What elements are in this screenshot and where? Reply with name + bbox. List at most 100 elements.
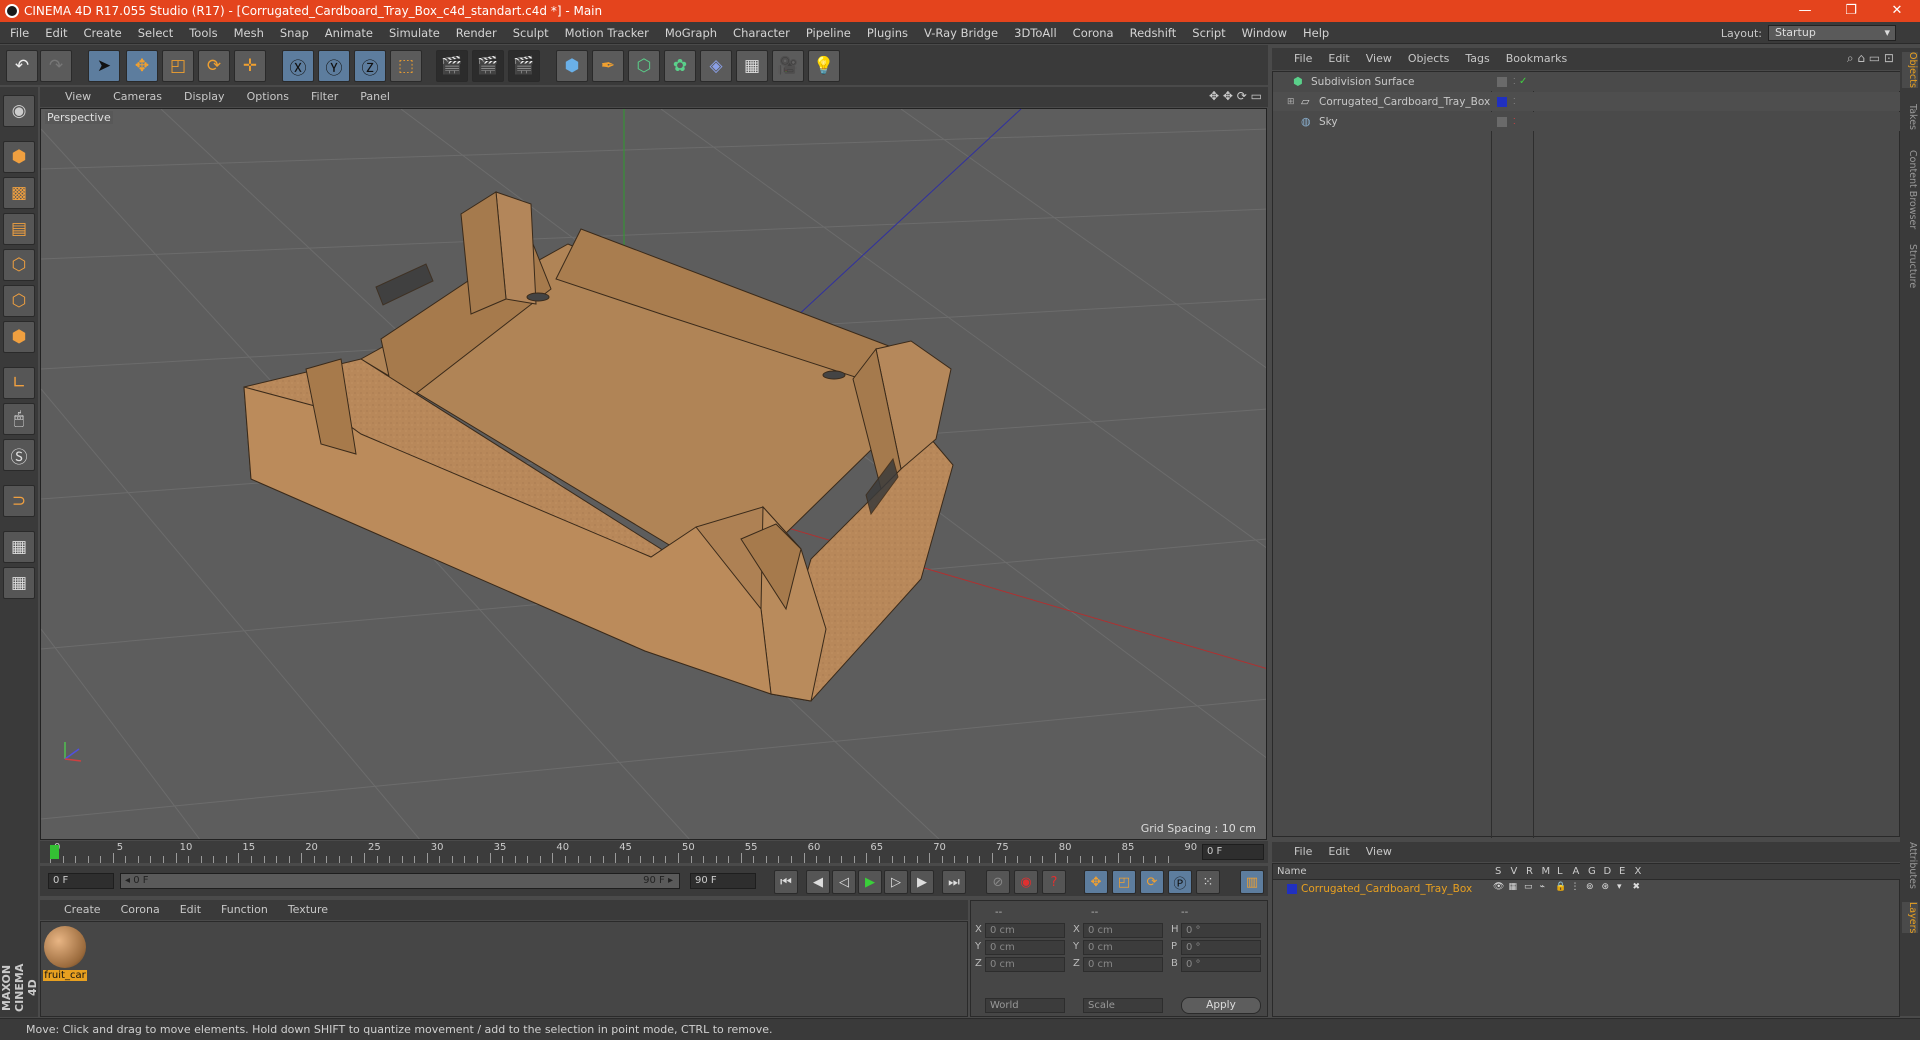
select-arrow-icon[interactable]: ➤ bbox=[88, 50, 120, 82]
visibility-dots-icon[interactable]: ⁚ bbox=[1513, 77, 1516, 86]
layer-tag-icon[interactable] bbox=[1497, 116, 1507, 127]
make-editable-icon[interactable]: ◉ bbox=[3, 95, 35, 127]
playhead-marker[interactable] bbox=[50, 845, 59, 859]
perspective-viewport[interactable]: Perspective Grid Spacing : 10 cm bbox=[40, 108, 1267, 840]
layer-flag-icon[interactable]: 👁 bbox=[1493, 882, 1504, 892]
layer-flag-icon[interactable]: ⊛ bbox=[1602, 882, 1610, 892]
planar-workplane-icon[interactable]: ▦ bbox=[3, 567, 35, 599]
pen-spline-icon[interactable]: ✒ bbox=[592, 50, 624, 82]
menu-item-pipeline[interactable]: Pipeline bbox=[798, 22, 859, 44]
go-to-start-icon[interactable]: ⏮ bbox=[774, 870, 798, 894]
magnet-icon[interactable]: ⊃ bbox=[3, 485, 35, 517]
menu-item-snap[interactable]: Snap bbox=[272, 22, 317, 44]
viewport-navigation-icons[interactable]: ✥ ✥ ⟳ ▭ bbox=[1209, 89, 1262, 103]
menu-item-create[interactable]: Create bbox=[76, 22, 130, 44]
model-mode-icon[interactable]: ⬢ bbox=[3, 141, 35, 173]
deformer-icon[interactable]: ◈ bbox=[700, 50, 732, 82]
restore-icon[interactable]: ❐ bbox=[1828, 0, 1874, 22]
layer-menu-edit[interactable]: Edit bbox=[1320, 842, 1357, 862]
layer-flag-icon[interactable]: ✖ bbox=[1633, 882, 1641, 892]
material-menu-function[interactable]: Function bbox=[211, 900, 278, 920]
viewport-menu-panel[interactable]: Panel bbox=[349, 87, 401, 107]
texture-mode-icon[interactable]: ▩ bbox=[3, 177, 35, 209]
object-name[interactable]: Subdivision Surface bbox=[1311, 76, 1481, 88]
side-tab-structure[interactable]: Structure bbox=[1902, 244, 1918, 288]
object-row[interactable]: ⬢ Subdivision Surface ⁚ ✓ bbox=[1273, 72, 1901, 91]
menu-item-animate[interactable]: Animate bbox=[317, 22, 381, 44]
next-key-icon[interactable]: ▶ bbox=[910, 870, 934, 894]
object-menu-objects[interactable]: Objects bbox=[1400, 48, 1458, 70]
side-tab-takes[interactable]: Takes bbox=[1902, 104, 1918, 130]
position-y-field[interactable]: 0 cm bbox=[985, 940, 1065, 955]
material-menu-texture[interactable]: Texture bbox=[278, 900, 338, 920]
menu-item-v-ray-bridge[interactable]: V-Ray Bridge bbox=[916, 22, 1006, 44]
layer-flag-icon[interactable]: 🔒 bbox=[1555, 882, 1566, 892]
end-frame-field[interactable]: 90 F bbox=[690, 873, 756, 889]
record-scale-icon[interactable]: ◰ bbox=[1112, 870, 1136, 894]
snap-icon[interactable]: Ⓢ bbox=[3, 439, 35, 471]
rotation-b-field[interactable]: 0 ° bbox=[1181, 957, 1261, 972]
visibility-dots-icon[interactable]: ⁚ bbox=[1513, 97, 1516, 106]
menu-item-3dtoall[interactable]: 3DToAll bbox=[1006, 22, 1065, 44]
scale-mode-dropdown[interactable]: Scale bbox=[1083, 998, 1163, 1013]
size-y-field[interactable]: 0 cm bbox=[1083, 940, 1163, 955]
array-icon[interactable]: ✿ bbox=[664, 50, 696, 82]
side-tab-objects[interactable]: Objects bbox=[1902, 52, 1918, 88]
object-menu-view[interactable]: View bbox=[1358, 48, 1400, 70]
object-name[interactable]: Corrugated_Cardboard_Tray_Box bbox=[1319, 96, 1490, 108]
range-slider[interactable]: ◂ 0 F 90 F ▸ bbox=[120, 873, 680, 889]
position-x-field[interactable]: 0 cm bbox=[985, 923, 1065, 938]
redo-icon[interactable]: ↷ bbox=[40, 50, 72, 82]
apply-button[interactable]: Apply bbox=[1181, 997, 1261, 1014]
menu-item-character[interactable]: Character bbox=[725, 22, 798, 44]
object-menu-bookmarks[interactable]: Bookmarks bbox=[1498, 48, 1575, 70]
rotation-h-field[interactable]: 0 ° bbox=[1181, 923, 1261, 938]
menu-item-plugins[interactable]: Plugins bbox=[859, 22, 916, 44]
start-frame-field[interactable]: 0 F bbox=[48, 873, 114, 889]
layer-row[interactable]: Corrugated_Cardboard_Tray_Box bbox=[1287, 881, 1472, 897]
camera-icon[interactable]: 🎥 bbox=[772, 50, 804, 82]
size-x-field[interactable]: 0 cm bbox=[1083, 923, 1163, 938]
side-tab-layers[interactable]: Layers bbox=[1902, 902, 1918, 934]
position-z-field[interactable]: 0 cm bbox=[985, 957, 1065, 972]
lock-workplane-icon[interactable]: ▦ bbox=[3, 531, 35, 563]
points-mode-icon[interactable]: ⬡ bbox=[3, 249, 35, 281]
coordinate-mode-dropdown[interactable]: World bbox=[985, 998, 1065, 1013]
layer-tag-icon[interactable] bbox=[1497, 76, 1507, 87]
menu-item-window[interactable]: Window bbox=[1234, 22, 1295, 44]
cube-icon[interactable]: ⬢ bbox=[556, 50, 588, 82]
viewport-menu-view[interactable]: View bbox=[54, 87, 102, 107]
floor-icon[interactable]: ▦ bbox=[736, 50, 768, 82]
record-position-icon[interactable]: ✥ bbox=[1084, 870, 1108, 894]
layer-flag-icon[interactable]: ⊚ bbox=[1586, 882, 1594, 892]
record-active-objects-icon[interactable]: ◉ bbox=[1014, 870, 1038, 894]
menu-item-tools[interactable]: Tools bbox=[181, 22, 225, 44]
object-manager-search-icon[interactable]: ⌕ ⌂ ▭ ⊡ bbox=[1847, 51, 1894, 66]
go-to-end-icon[interactable]: ⏭ bbox=[942, 870, 966, 894]
rotate-tool-icon[interactable]: ⟳ bbox=[198, 50, 230, 82]
scale-tool-icon[interactable]: ◰ bbox=[162, 50, 194, 82]
current-frame-field[interactable]: 0 F bbox=[1202, 844, 1264, 860]
y-axis-icon[interactable]: Ⓨ bbox=[318, 50, 350, 82]
object-menu-edit[interactable]: Edit bbox=[1320, 48, 1357, 70]
menu-item-sculpt[interactable]: Sculpt bbox=[505, 22, 557, 44]
menu-item-help[interactable]: Help bbox=[1295, 22, 1337, 44]
edges-mode-icon[interactable]: ⬡ bbox=[3, 285, 35, 317]
expand-icon[interactable]: ⊞ bbox=[1287, 97, 1297, 107]
play-icon[interactable]: ▶ bbox=[858, 870, 882, 894]
layer-flag-icon[interactable]: ⌁ bbox=[1540, 882, 1545, 892]
layer-flag-icon[interactable]: ▾ bbox=[1617, 882, 1622, 892]
move-tool-icon[interactable]: ✥ bbox=[126, 50, 158, 82]
object-menu-tags[interactable]: Tags bbox=[1457, 48, 1497, 70]
object-row[interactable]: ⊞ ▱ Corrugated_Cardboard_Tray_Box ⁚ bbox=[1273, 92, 1901, 111]
visibility-dots-icon[interactable]: ⁚ bbox=[1513, 117, 1516, 126]
record-pla-icon[interactable]: ⁙ bbox=[1196, 870, 1220, 894]
viewport-menu-cameras[interactable]: Cameras bbox=[102, 87, 173, 107]
enabled-check-icon[interactable]: ✓ bbox=[1519, 76, 1527, 87]
render-picture-viewer-icon[interactable]: 🎬 bbox=[472, 50, 504, 82]
layer-menu-file[interactable]: File bbox=[1286, 842, 1320, 862]
workplane-icon[interactable]: ▤ bbox=[3, 213, 35, 245]
material-menu-create[interactable]: Create bbox=[54, 900, 111, 920]
menu-item-mesh[interactable]: Mesh bbox=[226, 22, 272, 44]
subdivision-icon[interactable]: ⬡ bbox=[628, 50, 660, 82]
